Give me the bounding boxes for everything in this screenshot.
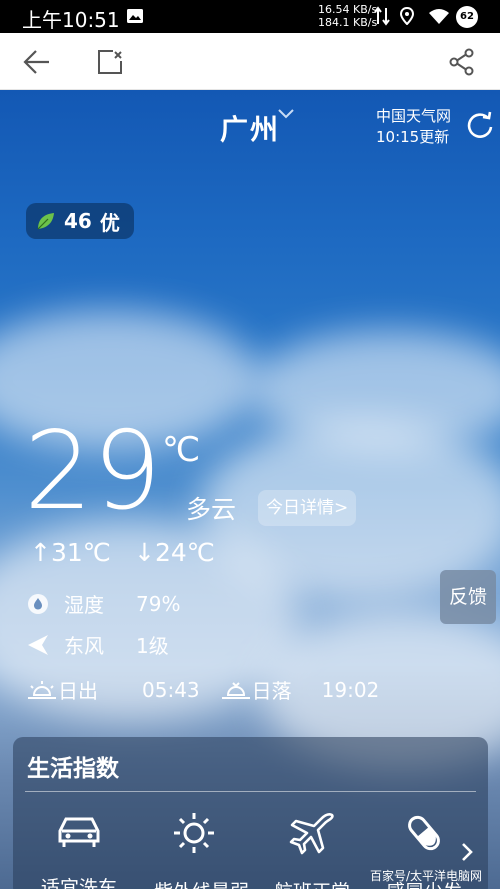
current-temperature: 29 bbox=[24, 409, 162, 534]
aqi-level: 优 bbox=[99, 210, 120, 235]
today-detail-button[interactable]: 今日详情> bbox=[258, 490, 357, 526]
sunset-icon bbox=[221, 681, 250, 699]
update-time: 10:15更新 bbox=[376, 128, 450, 146]
weather-panel: 广州 中国天气网 10:15更新 46 优 29 ℃ 多云 今日详情> ↑31℃… bbox=[0, 90, 500, 889]
city-name: 广州 bbox=[219, 113, 280, 146]
life-index-title: 生活指数 bbox=[27, 756, 119, 782]
sun-icon bbox=[174, 813, 214, 853]
life-item-car-wash[interactable]: 适宜洗车 bbox=[39, 811, 119, 889]
back-arrow-icon bbox=[23, 50, 49, 74]
life-item-uv[interactable]: 紫外线最弱 bbox=[154, 811, 249, 889]
high-temperature: ↑31℃ bbox=[30, 538, 111, 567]
wind-direction: 东风 bbox=[64, 634, 104, 658]
wind-row: 东风 1级 bbox=[26, 630, 169, 659]
humidity-row: 湿度 79% bbox=[26, 589, 180, 618]
wifi-icon bbox=[428, 8, 450, 29]
weather-condition: 多云 bbox=[186, 495, 237, 524]
chevron-down-icon[interactable] bbox=[278, 104, 294, 123]
status-bar: 上午10:51 16.54 KB/s 184.1 KB/s 62 bbox=[0, 0, 500, 33]
life-item-flight[interactable]: 航班正常 bbox=[272, 811, 352, 889]
humidity-icon bbox=[28, 593, 48, 614]
plane-icon bbox=[289, 813, 334, 855]
pill-icon bbox=[408, 815, 440, 851]
battery-indicator: 62 bbox=[456, 6, 478, 28]
sunrise-icon bbox=[28, 680, 56, 699]
car-icon bbox=[58, 817, 100, 847]
refresh-icon[interactable] bbox=[466, 110, 494, 144]
watermark: 百家号/太平洋电脑网 bbox=[370, 869, 483, 883]
life-item-label: 适宜洗车 bbox=[40, 877, 117, 889]
network-speed: 16.54 KB/s 184.1 KB/s bbox=[318, 3, 377, 29]
share-button[interactable] bbox=[445, 45, 479, 79]
sunrise-label: 日出 bbox=[58, 679, 98, 703]
data-source: 中国天气网 10:15更新 bbox=[376, 106, 451, 148]
location-icon bbox=[399, 6, 415, 29]
share-icon bbox=[449, 48, 474, 76]
close-page-icon bbox=[98, 50, 122, 74]
air-quality-badge[interactable]: 46 优 bbox=[26, 203, 134, 239]
humidity-label: 湿度 bbox=[64, 593, 104, 617]
low-temperature: ↓24℃ bbox=[134, 538, 215, 567]
sunrise-time: 05:43 bbox=[142, 677, 200, 702]
toolbar bbox=[0, 33, 500, 90]
sun-row: 日出 05:43 日落 19:02 bbox=[26, 675, 379, 704]
sunset-time: 19:02 bbox=[321, 677, 380, 702]
close-page-button[interactable] bbox=[93, 45, 127, 79]
temperature-unit: ℃ bbox=[162, 430, 201, 470]
back-button[interactable] bbox=[20, 45, 54, 79]
chevron-right-icon[interactable] bbox=[460, 842, 474, 866]
sunset-label: 日落 bbox=[251, 679, 292, 703]
aqi-value: 46 bbox=[64, 209, 92, 233]
data-transfer-icon bbox=[374, 6, 390, 30]
net-up: 16.54 KB/s bbox=[318, 3, 378, 16]
feedback-button[interactable]: 反馈 bbox=[440, 570, 496, 624]
image-notification-icon bbox=[126, 8, 144, 28]
wind-level: 1级 bbox=[136, 634, 169, 658]
wind-direction-icon bbox=[28, 634, 48, 655]
life-item-label: 紫外线最弱 bbox=[154, 877, 249, 889]
net-down: 184.1 KB/s bbox=[318, 16, 378, 29]
status-time: 上午10:51 bbox=[22, 8, 120, 32]
leaf-icon bbox=[37, 213, 54, 230]
humidity-value: 79% bbox=[136, 591, 181, 616]
divider bbox=[25, 791, 476, 792]
source-name: 中国天气网 bbox=[376, 107, 452, 125]
life-item-label: 航班正常 bbox=[272, 877, 352, 889]
